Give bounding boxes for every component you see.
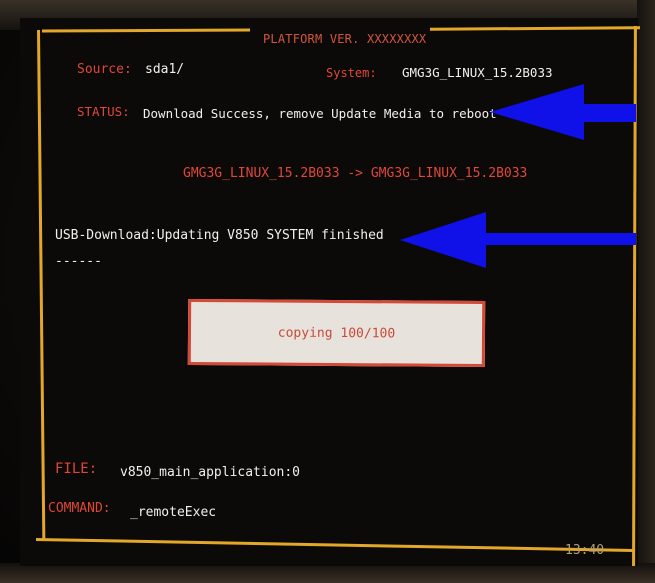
bezel-bottom [0,563,655,583]
usb-download-message: USB-Download:Updating V850 SYSTEM finish… [55,228,384,243]
progress-text: copying 100/100 [277,325,396,341]
arrow-left-icon [400,212,636,268]
source-value: sda1/ [145,62,185,77]
progress-box: copying 100/100 [187,298,486,368]
platform-version-title: PLATFORM VER. XXXXXXXX [263,32,427,46]
file-value: v850_main_application:0 [120,465,301,480]
arrow-left-icon [490,84,636,140]
separator-dashes: ------ [55,254,102,269]
clock: 13:40 [565,543,605,558]
status-value: Download Success, remove Update Media to… [143,106,497,121]
command-value: _remoteExec [130,505,217,520]
file-label: FILE: [55,461,98,477]
system-label: System: [326,66,377,80]
command-label: COMMAND: [48,501,111,516]
version-change: GMG3G_LINUX_15.2B033 -> GMG3G_LINUX_15.2… [183,166,528,181]
photo-of-screen: PLATFORM VER. XXXXXXXX Source: sda1/ Sys… [0,0,655,583]
system-value: GMG3G_LINUX_15.2B033 [402,65,553,80]
status-label: STATUS: [77,104,130,119]
source-label: Source: [77,62,132,77]
